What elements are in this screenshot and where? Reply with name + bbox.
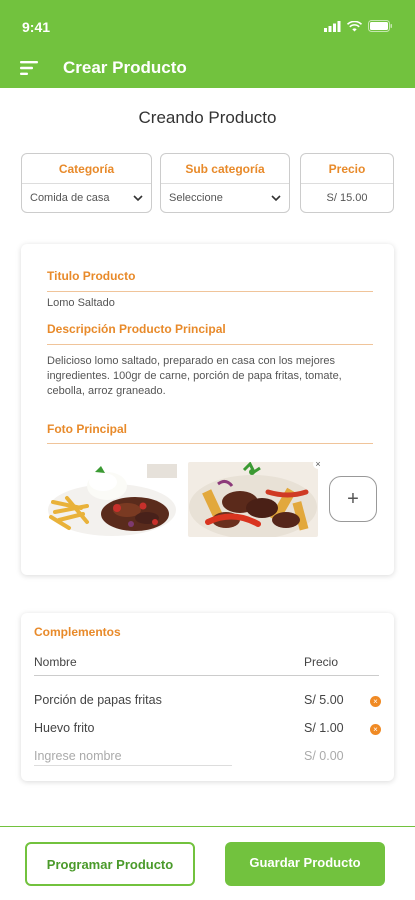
app-bar: Crear Producto (0, 52, 415, 84)
chevron-down-icon (271, 195, 281, 202)
column-header-price: Precio (304, 655, 339, 669)
complement-name: Porción de papas fritas (34, 693, 162, 707)
wifi-icon (347, 20, 362, 31)
app-title: Crear Producto (63, 58, 187, 77)
product-title-label: Titulo Producto (47, 269, 136, 283)
status-bar: 9:41 (0, 0, 415, 46)
complement-price: S/ 5.00 (304, 693, 344, 707)
complements-card: Complementos Nombre Precio Porción de pa… (21, 613, 394, 781)
complement-name: Huevo frito (34, 721, 95, 735)
remove-photo-icon[interactable]: × (313, 459, 323, 469)
delete-complement-icon[interactable]: × (370, 696, 381, 707)
divider (47, 443, 373, 444)
bottom-divider (0, 826, 415, 827)
category-label: Categoría (22, 154, 151, 184)
price-field[interactable]: Precio S/ 15.00 (300, 153, 394, 213)
food-photo-image (188, 462, 318, 537)
signal-icon (324, 20, 341, 32)
complement-price: S/ 1.00 (304, 721, 344, 735)
category-value-text: Comida de casa (30, 192, 110, 204)
product-description-input[interactable]: Delicioso lomo saltado, preparado en cas… (47, 354, 357, 399)
page-title: Creando Producto (138, 108, 277, 127)
save-product-button[interactable]: Guardar Producto (225, 842, 385, 886)
subcategory-select[interactable]: Sub categoría Seleccione (160, 153, 290, 213)
new-complement-price-input[interactable]: S/ 0.00 (304, 749, 344, 763)
product-photo-2[interactable] (188, 462, 318, 537)
system-icons (324, 20, 393, 32)
price-label: Precio (301, 154, 393, 184)
divider (47, 291, 373, 292)
food-photo-image (47, 462, 177, 537)
product-title-input[interactable]: Lomo Saltado (47, 297, 115, 309)
column-header-name: Nombre (34, 655, 77, 669)
price-input[interactable]: S/ 15.00 (301, 184, 393, 212)
complements-title: Complementos (34, 625, 121, 639)
status-time: 9:41 (22, 19, 51, 35)
menu-icon[interactable] (20, 60, 40, 76)
app-header: 9:41 Crear Producto (0, 0, 415, 88)
divider (34, 675, 379, 676)
subcategory-value-text: Seleccione (169, 192, 223, 204)
chevron-down-icon (133, 195, 143, 202)
new-complement-name-input[interactable]: Ingrese nombre (34, 749, 122, 763)
product-card: Titulo Producto Lomo Saltado Descripción… (21, 244, 394, 575)
battery-icon (368, 20, 392, 32)
category-value[interactable]: Comida de casa (22, 184, 151, 212)
delete-complement-icon[interactable]: × (370, 724, 381, 735)
category-select[interactable]: Categoría Comida de casa (21, 153, 152, 213)
schedule-product-button[interactable]: Programar Producto (25, 842, 195, 886)
subcategory-value[interactable]: Seleccione (161, 184, 289, 212)
input-underline (34, 765, 232, 766)
divider (47, 344, 373, 345)
subcategory-label: Sub categoría (161, 154, 289, 184)
main-photo-label: Foto Principal (47, 422, 128, 436)
add-photo-button[interactable]: + (329, 476, 377, 522)
product-photo-1[interactable] (47, 462, 177, 537)
product-description-label: Descripción Producto Principal (47, 322, 226, 336)
